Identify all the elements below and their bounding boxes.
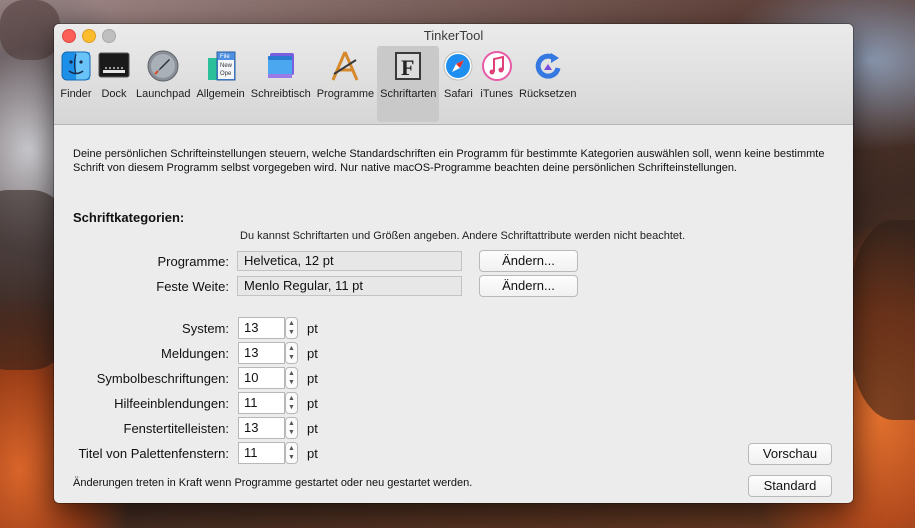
dock-icon [98, 50, 130, 82]
font-field-programme: Helvetica, 12 pt [237, 251, 462, 271]
finder-icon [60, 50, 92, 82]
footer-note: Änderungen treten in Kraft wenn Programm… [73, 477, 473, 489]
reset-arrow-icon [532, 50, 564, 82]
size-field-palettenfenster[interactable]: 11 [238, 442, 285, 464]
tab-label: Launchpad [136, 88, 191, 100]
change-font-programme-button[interactable]: Ändern... [479, 250, 578, 272]
tab-schriftarten[interactable]: F Schriftarten [377, 46, 440, 122]
tab-safari[interactable]: Safari [439, 46, 477, 122]
svg-text:Ope: Ope [220, 71, 232, 77]
tab-dock[interactable]: Dock [95, 46, 133, 122]
font-icon: F [392, 50, 424, 82]
desktop-icon [265, 50, 297, 82]
size-unit: pt [307, 421, 318, 436]
font-label-fixed-width: Feste Weite: [156, 279, 229, 294]
preview-button[interactable]: Vorschau [748, 443, 832, 465]
tab-label: Allgemein [196, 88, 245, 100]
size-field-system[interactable]: 13 [238, 317, 285, 339]
size-stepper[interactable]: ▲ ▼ [285, 442, 298, 464]
tab-label: Finder [60, 88, 92, 100]
font-label-programme: Programme: [157, 254, 229, 269]
tab-finder[interactable]: Finder [57, 46, 95, 122]
size-field-symbolbeschriftungen[interactable]: 10 [238, 367, 285, 389]
size-field-meldungen[interactable]: 13 [238, 342, 285, 364]
size-stepper[interactable]: ▲ ▼ [285, 417, 298, 439]
size-unit: pt [307, 371, 318, 386]
intro-text: Deine persönlichen Schrifteinstellungen … [73, 148, 825, 174]
font-field-fixed-width: Menlo Regular, 11 pt [237, 276, 462, 296]
size-unit: pt [307, 321, 318, 336]
size-label: Fenstertitelleisten: [123, 421, 230, 436]
music-note-icon [481, 50, 513, 82]
tab-label: Safari [444, 88, 473, 100]
size-label: Hilfeeinblendungen: [114, 396, 229, 411]
size-unit: pt [307, 446, 318, 461]
hint-text: Du kannst Schriftarten und Größen angebe… [240, 230, 686, 242]
default-button[interactable]: Standard [748, 475, 832, 497]
fonts-pane: Deine persönlichen Schrifteinstellungen … [54, 125, 853, 503]
tab-programme[interactable]: Programme [314, 46, 377, 122]
size-field-hilfeeinblendungen[interactable]: 11 [238, 392, 285, 414]
menu-panel-icon: File New Ope [205, 50, 237, 82]
size-stepper[interactable]: ▲ ▼ [285, 342, 298, 364]
tab-label: Dock [101, 88, 127, 100]
tinkertool-window: TinkerTool Finder Dock Launchpad File Ne… [54, 24, 853, 503]
title-bar: TinkerTool Finder Dock Launchpad File Ne… [54, 24, 853, 125]
tab-launchpad[interactable]: Launchpad [133, 46, 193, 122]
size-label: System: [182, 321, 229, 336]
tab-label: Rücksetzen [519, 88, 577, 100]
compass-icon [442, 50, 474, 82]
svg-text:F: F [401, 55, 414, 80]
size-unit: pt [307, 346, 318, 361]
tab-schreibtisch[interactable]: Schreibtisch [248, 46, 314, 122]
tab-label: Programme [316, 88, 375, 100]
section-title: Schriftkategorien: [73, 210, 185, 225]
svg-text:File: File [220, 54, 230, 60]
tab-label: iTunes [480, 88, 514, 100]
size-unit: pt [307, 396, 318, 411]
tab-itunes[interactable]: iTunes [477, 46, 516, 122]
tab-label: Schreibtisch [250, 88, 311, 100]
tab-label: Schriftarten [380, 88, 437, 100]
toolbar: Finder Dock Launchpad File New Ope Allge… [57, 46, 580, 122]
size-stepper[interactable]: ▲ ▼ [285, 392, 298, 414]
applications-icon [329, 50, 361, 82]
size-label: Symbolbeschriftungen: [96, 371, 229, 386]
window-title: TinkerTool [423, 28, 484, 43]
rocket-icon [147, 50, 179, 82]
size-label: Meldungen: [161, 346, 229, 361]
change-font-fixed-width-button[interactable]: Ändern... [479, 275, 578, 297]
svg-text:New: New [220, 63, 233, 69]
size-stepper[interactable]: ▲ ▼ [285, 317, 298, 339]
size-label: Titel von Palettenfenstern: [78, 446, 229, 461]
size-field-fenstertitelleisten[interactable]: 13 [238, 417, 285, 439]
size-stepper[interactable]: ▲ ▼ [285, 367, 298, 389]
tab-allgemein[interactable]: File New Ope Allgemein [193, 46, 247, 122]
tab-ruecksetzen[interactable]: Rücksetzen [516, 46, 579, 122]
